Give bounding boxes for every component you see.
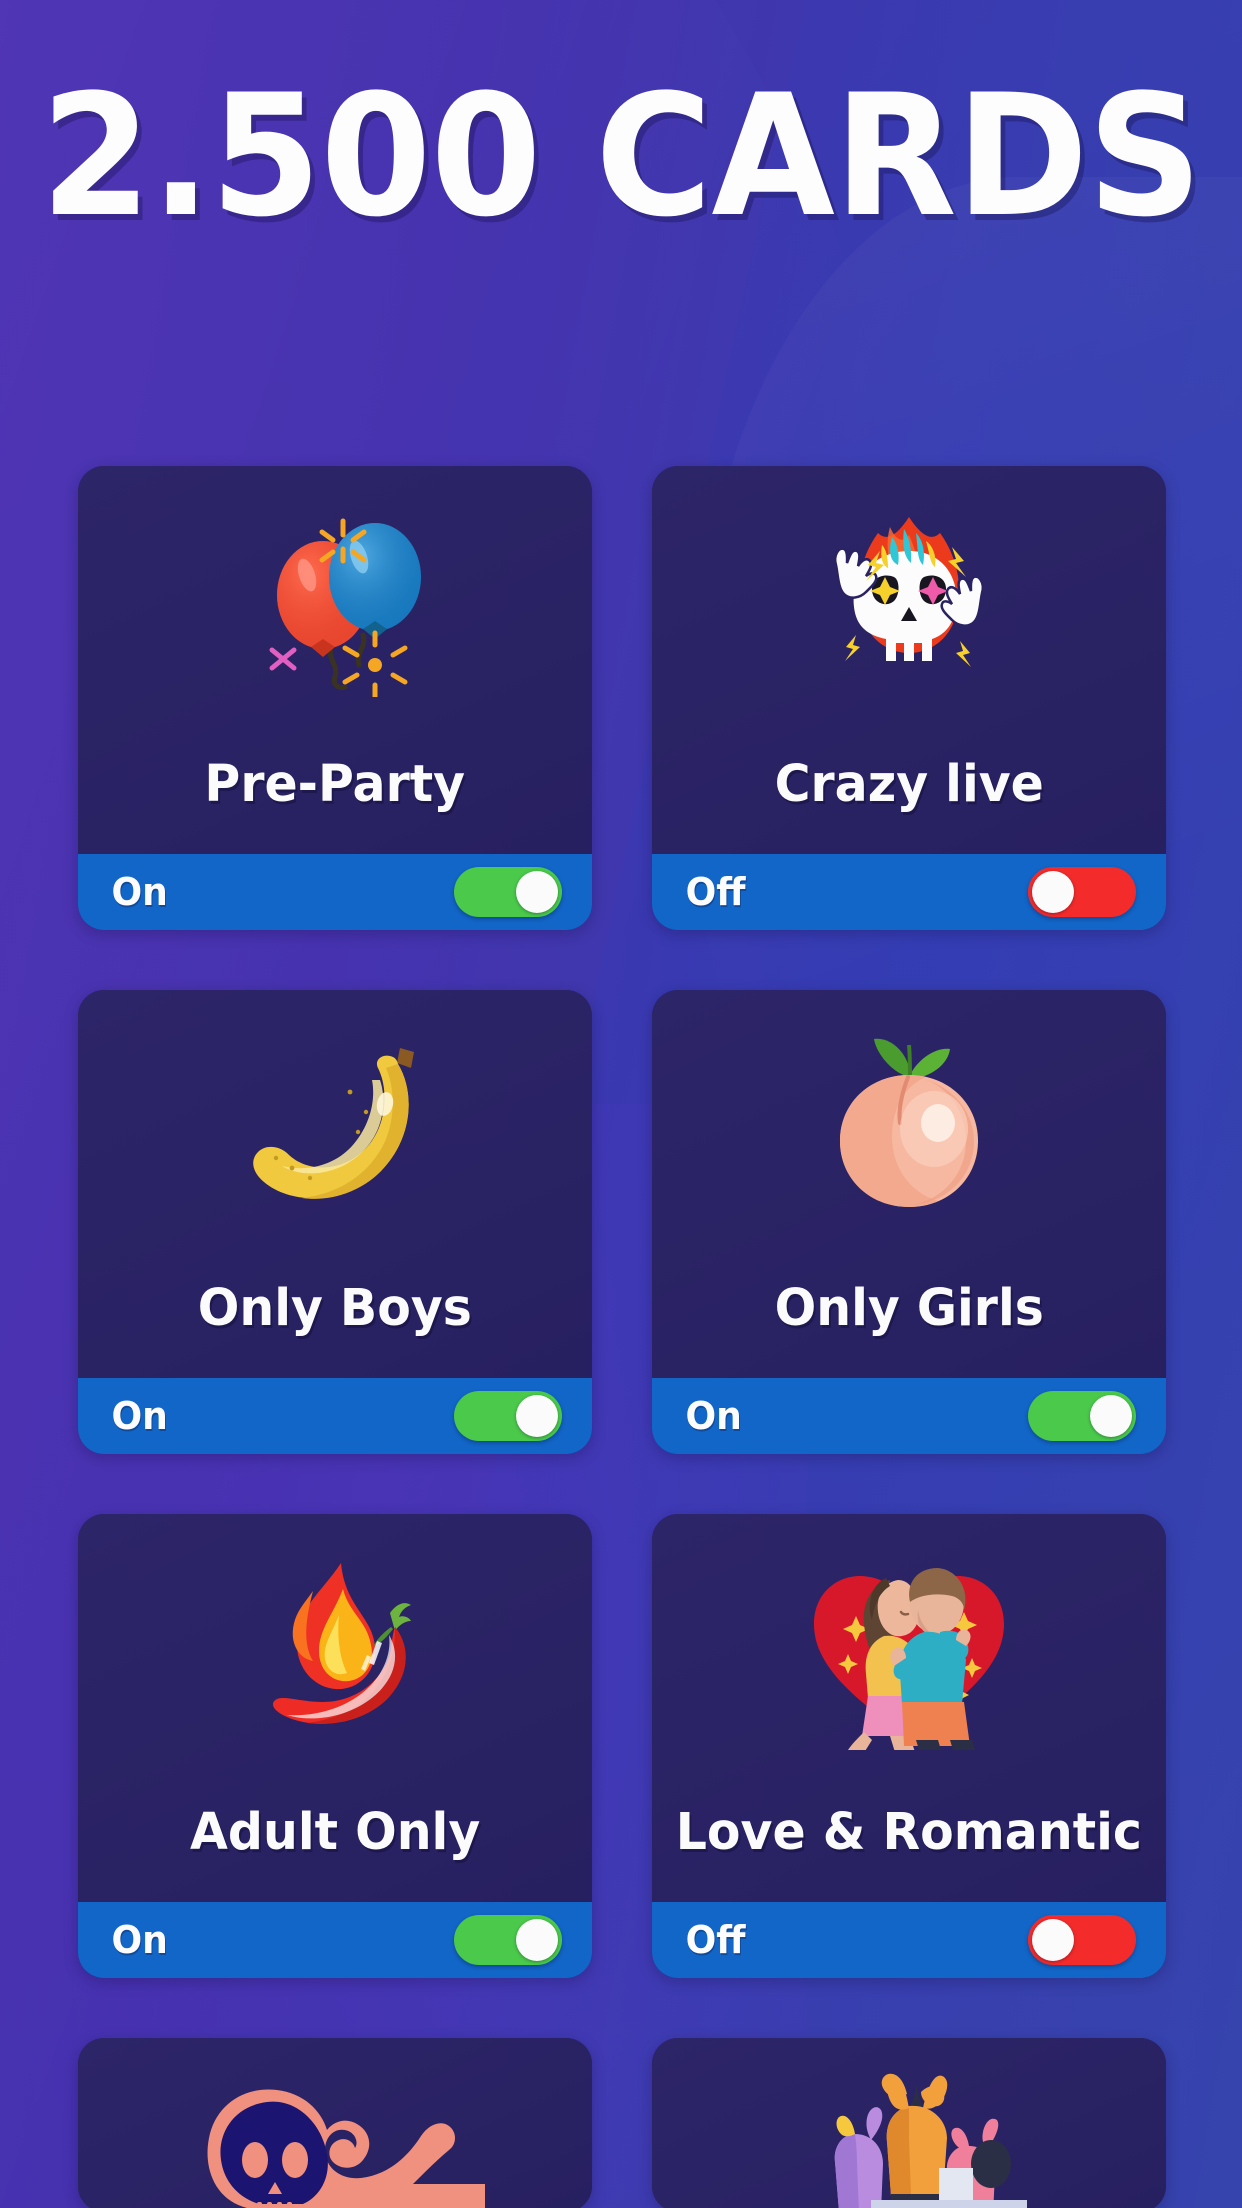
category-card-love-romantic[interactable]: Love & Romantic Off: [652, 1514, 1166, 1978]
toggle-knob: [516, 1395, 558, 1437]
card-body: Only Boys: [78, 990, 592, 1378]
card-title: Adult Only: [189, 1803, 481, 1862]
toggle-knob: [1032, 1919, 1074, 1961]
card-title: Pre-Party: [204, 755, 466, 814]
card-title: Only Girls: [774, 1279, 1044, 1338]
category-toggle[interactable]: [454, 1391, 562, 1441]
card-body: Crazy live: [652, 466, 1166, 854]
page-title: 2.500 CARDS: [40, 58, 1203, 254]
card-title: Crazy live: [774, 755, 1044, 814]
toggle-state-label: On: [685, 1394, 742, 1438]
toggle-knob: [516, 871, 558, 913]
celebrating-people-icon: [652, 2072, 1166, 2208]
category-card-partial-left[interactable]: [78, 2038, 592, 2208]
card-body: Pre-Party: [78, 466, 592, 854]
category-toggle[interactable]: [454, 867, 562, 917]
category-card-adult-only[interactable]: Adult Only On: [78, 1514, 592, 1978]
card-footer: On: [78, 1378, 592, 1454]
category-card-pre-party[interactable]: Pre-Party On: [78, 466, 592, 930]
card-footer: Off: [652, 1902, 1166, 1978]
card-body: [78, 2038, 592, 2208]
category-card-grid: Pre-Party On Crazy live Off Only Boys On…: [78, 466, 1166, 2208]
banana-icon: [78, 1028, 592, 1224]
card-footer: On: [78, 854, 592, 930]
card-title: Love & Romantic: [675, 1803, 1143, 1862]
card-footer: On: [652, 1378, 1166, 1454]
toggle-knob: [1090, 1395, 1132, 1437]
couple-in-heart-icon: [652, 1552, 1166, 1750]
toggle-state-label: On: [111, 870, 168, 914]
toggle-state-label: On: [111, 1394, 168, 1438]
category-card-crazy-live[interactable]: Crazy live Off: [652, 466, 1166, 930]
skull-snake-icon: [78, 2072, 592, 2208]
card-footer: On: [78, 1902, 592, 1978]
toggle-knob: [1032, 871, 1074, 913]
toggle-knob: [516, 1919, 558, 1961]
card-body: Only Girls: [652, 990, 1166, 1378]
category-card-only-girls[interactable]: Only Girls On: [652, 990, 1166, 1454]
category-toggle[interactable]: [1028, 1391, 1136, 1441]
peach-icon: [652, 1028, 1166, 1224]
card-body: [652, 2038, 1166, 2208]
toggle-state-label: Off: [685, 870, 746, 914]
toggle-state-label: On: [111, 1918, 168, 1962]
card-title: Only Boys: [197, 1279, 473, 1338]
card-footer: Off: [652, 854, 1166, 930]
category-toggle[interactable]: [1028, 867, 1136, 917]
card-body: Adult Only: [78, 1514, 592, 1902]
toggle-state-label: Off: [685, 1918, 746, 1962]
rock-skull-icon: [652, 504, 1166, 700]
balloons-icon: [78, 504, 592, 700]
category-card-partial-right[interactable]: [652, 2038, 1166, 2208]
hot-chili-pepper-icon: [78, 1552, 592, 1748]
category-toggle[interactable]: [454, 1915, 562, 1965]
card-body: Love & Romantic: [652, 1514, 1166, 1902]
category-toggle[interactable]: [1028, 1915, 1136, 1965]
category-card-only-boys[interactable]: Only Boys On: [78, 990, 592, 1454]
